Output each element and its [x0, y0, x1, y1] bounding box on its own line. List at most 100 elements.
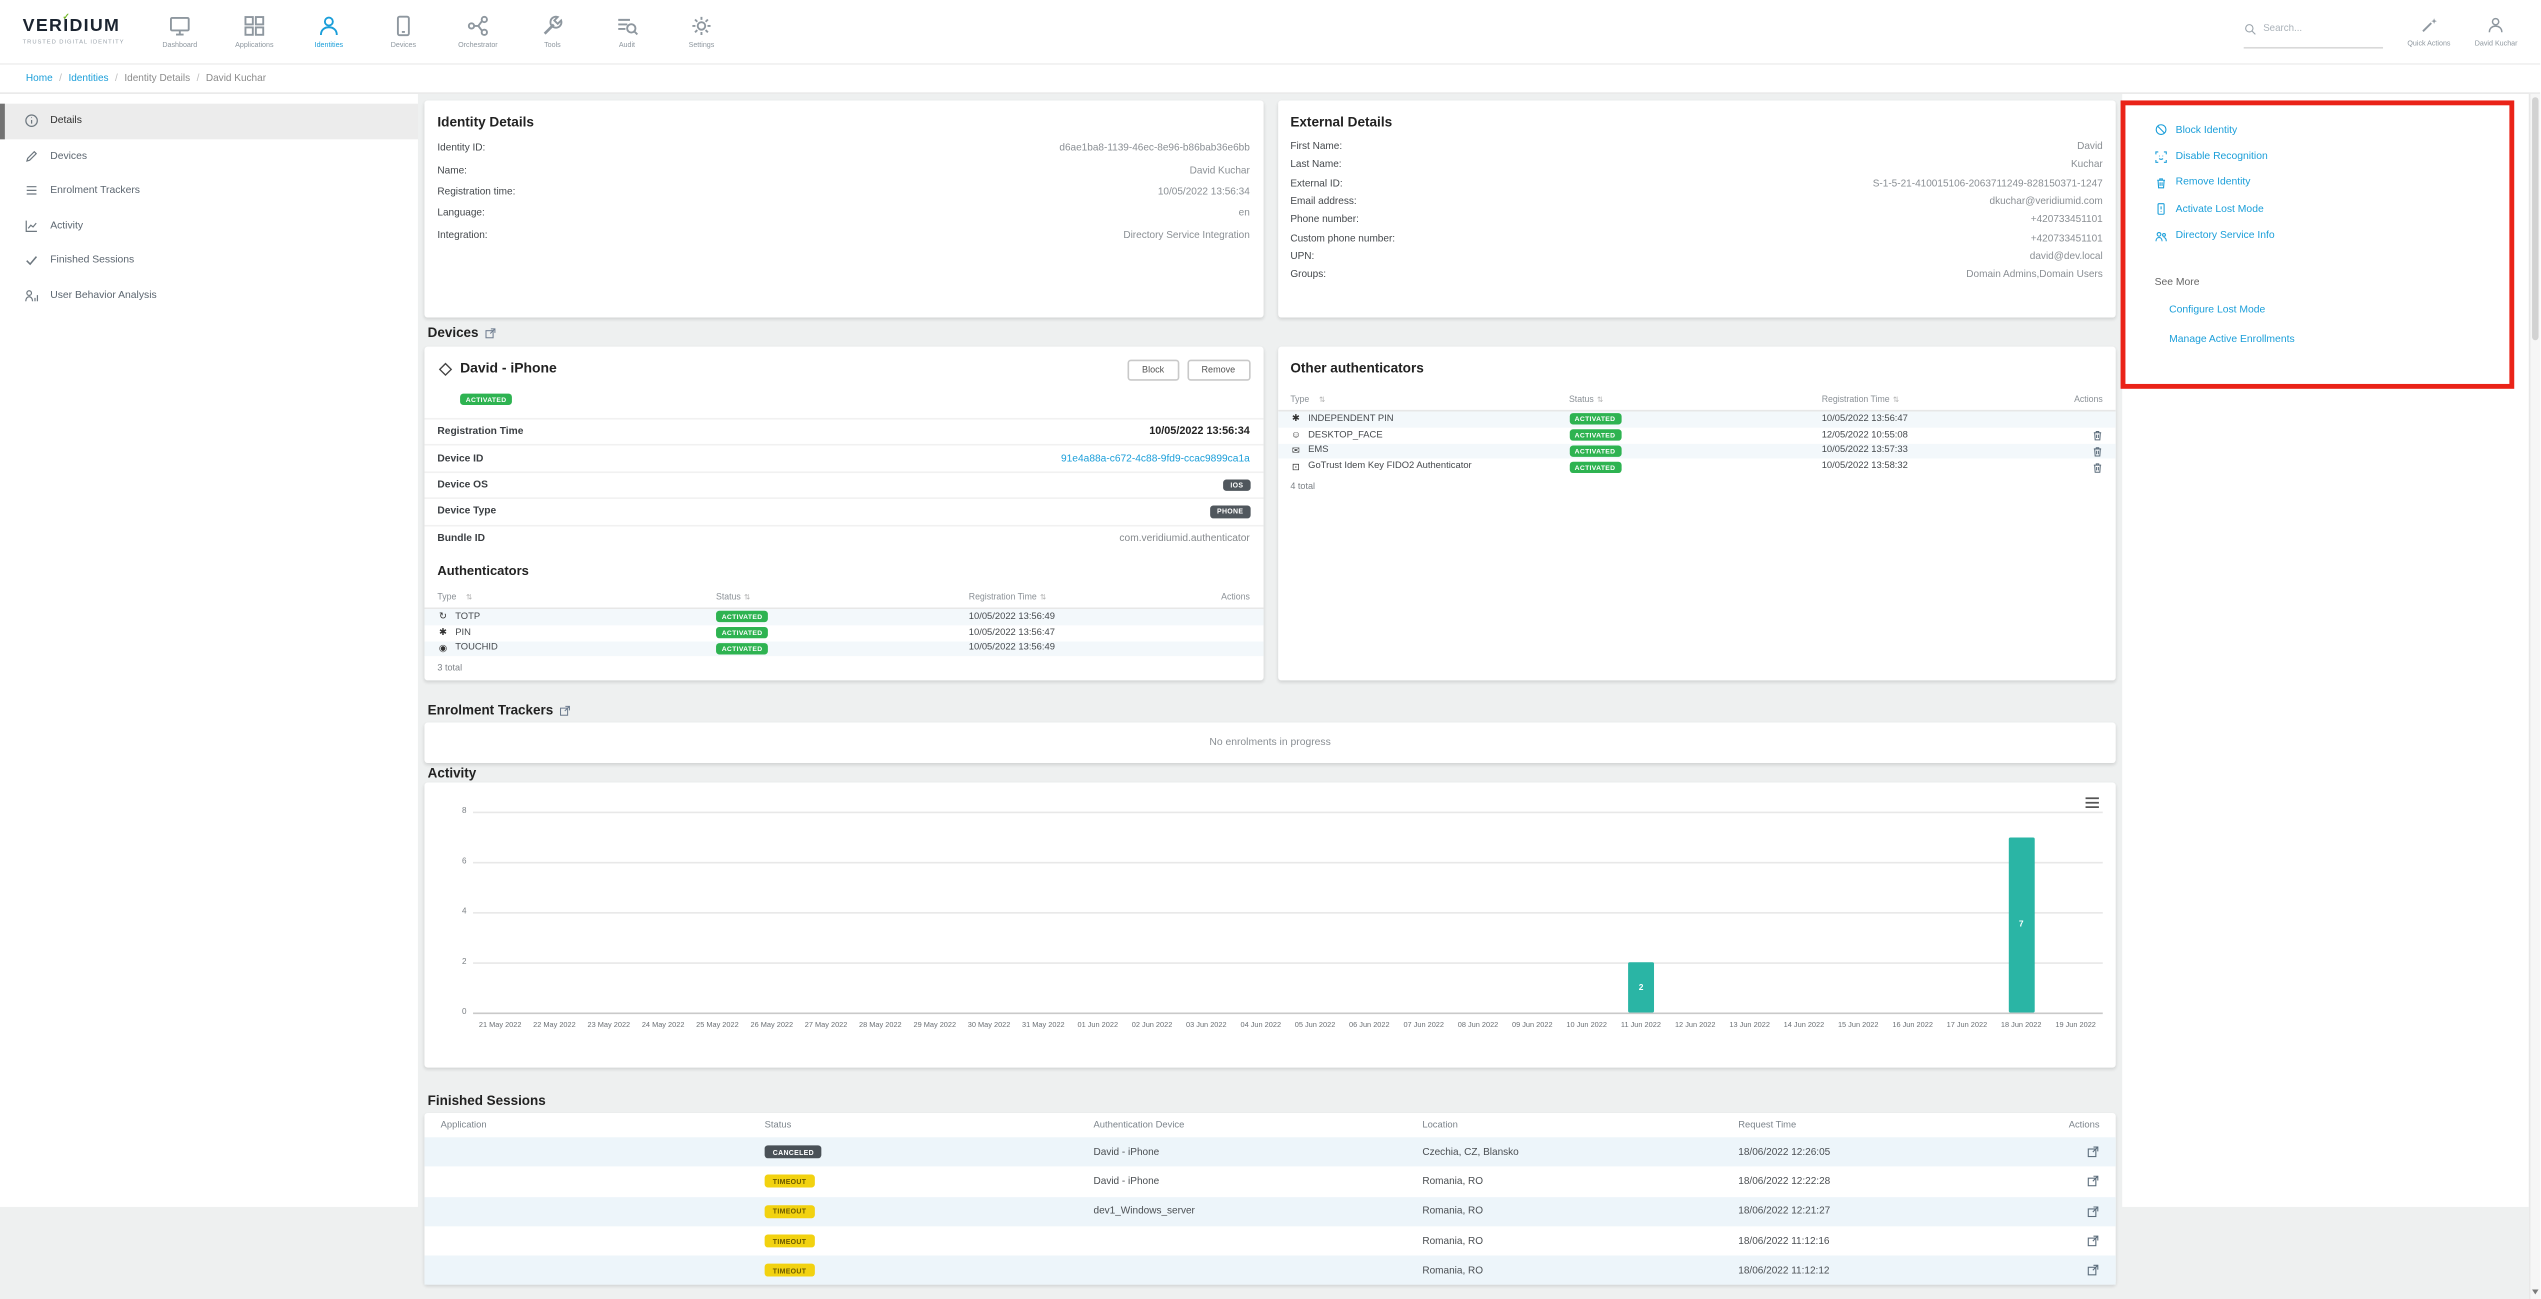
sidebar-item-label: Activity	[50, 220, 83, 231]
breadcrumb-separator: /	[197, 73, 200, 84]
field-label: First Name:	[1290, 141, 1342, 152]
device-field: Bundle IDcom.veridiumid.authenticator	[424, 524, 1262, 551]
breadcrumb-item-identities[interactable]: Identities	[68, 73, 108, 84]
sort-icon[interactable]: ⇅	[1597, 395, 1603, 403]
nav-item-identities[interactable]: Identities	[292, 0, 367, 64]
sidebar-item-devices[interactable]: Devices	[0, 139, 418, 174]
flow-icon	[467, 14, 490, 37]
action-disable-recognition[interactable]: Disable Recognition	[2155, 143, 2541, 170]
sort-icon[interactable]: ⇅	[1893, 395, 1899, 403]
delete-authenticator-icon[interactable]	[2091, 461, 2103, 473]
authenticator-row: ⊡GoTrust Idem Key FIDO2 AuthenticatorACT…	[1277, 459, 2115, 475]
nav-item-settings[interactable]: Settings	[664, 0, 739, 64]
activity-bar[interactable]: 2	[1628, 962, 1654, 1012]
nav-item-tools[interactable]: Tools	[515, 0, 590, 64]
field-value: David Kuchar	[1190, 165, 1250, 176]
nav-item-audit[interactable]: Audit	[590, 0, 665, 64]
device-id-link[interactable]: 91e4a88a-c672-4c88-9fd9-ccac9899ca1a	[1061, 453, 1250, 464]
external-details-title: External Details	[1277, 100, 2115, 137]
chart-x-tick: 06 Jun 2022	[1342, 1021, 1396, 1029]
delete-authenticator-icon[interactable]	[2091, 445, 2103, 457]
nav-item-applications[interactable]: Applications	[217, 0, 292, 64]
nav-item-label: Applications	[235, 41, 273, 49]
open-devices-icon[interactable]	[485, 327, 497, 339]
scrollbar-down-arrow[interactable]	[2532, 1290, 2538, 1295]
table-header: Type⇅Status⇅Registration Time⇅Actions	[1277, 390, 2115, 411]
enrolment-trackers-title-label: Enrolment Trackers	[428, 701, 554, 719]
chart-x-tick: 27 May 2022	[799, 1021, 853, 1029]
sidebar-item-activity[interactable]: Activity	[0, 208, 418, 243]
action-remove-identity[interactable]: Remove Identity	[2155, 170, 2541, 197]
open-session-icon[interactable]	[2087, 1234, 2100, 1247]
scrollbar[interactable]	[2529, 94, 2540, 1299]
activity-bar[interactable]: 7	[2008, 837, 2034, 1013]
sidebar-item-label: Finished Sessions	[50, 255, 134, 266]
search-input[interactable]	[2263, 24, 2383, 34]
authenticator-row: ✉EMSACTIVATED10/05/2022 13:57:33	[1277, 443, 2115, 459]
field-label: Last Name:	[1290, 159, 1341, 170]
chart-menu-icon[interactable]	[2083, 794, 2101, 812]
action-directory-service-info[interactable]: Directory Service Info	[2155, 223, 2541, 250]
nav-item-dashboard[interactable]: Dashboard	[143, 0, 218, 64]
sidebar-item-label: Details	[50, 115, 82, 126]
sort-icon[interactable]: ⇅	[466, 593, 472, 603]
scrollbar-thumb[interactable]	[2531, 97, 2538, 340]
sidebar-item-finished-sessions[interactable]: Finished Sessions	[0, 243, 418, 278]
field-value: S-1-5-21-410015106-2063711249-828150371-…	[1873, 178, 2103, 189]
action-manage-active-enrollments[interactable]: Manage Active Enrollments	[2169, 334, 2540, 345]
brand-logo[interactable]: VERI✓DIUM TRUSTED DIGITAL IDENTITY	[0, 18, 143, 45]
detail-field: Identity ID:d6ae1ba8-1139-46ec-8e96-b86b…	[424, 138, 1262, 160]
action-activate-lost-mode[interactable]: Activate Lost Mode	[2155, 196, 2541, 223]
breadcrumb: Home/Identities/Identity Details/David K…	[0, 65, 2540, 94]
page-body: DetailsDevicesEnrolment TrackersActivity…	[0, 94, 2540, 1299]
chart-x-tick: 18 Jun 2022	[1994, 1021, 2048, 1029]
user-menu[interactable]: David Kuchar	[2475, 16, 2518, 47]
chart-x-tick: 11 Jun 2022	[1614, 1021, 1668, 1029]
field-value: David	[2077, 141, 2103, 152]
session-device: David - iPhone	[1094, 1146, 1423, 1157]
open-session-icon[interactable]	[2087, 1175, 2100, 1188]
sort-icon[interactable]: ⇅	[1040, 593, 1046, 601]
field-value: Domain Admins,Domain Users	[1966, 269, 2102, 280]
sidebar: Details DevicesEnrolment Trackers Activity…	[0, 94, 418, 1207]
sidebar-item-user-behavior-analysis[interactable]: User Behavior Analysis	[0, 278, 418, 313]
session-row: TIMEOUTdev1_Windows_serverRomania, RO18/…	[424, 1197, 2115, 1227]
sidebar-item-enrolment-trackers[interactable]: Enrolment Trackers	[0, 173, 418, 208]
chart-x-tick: 28 May 2022	[853, 1021, 907, 1029]
remove-device-button[interactable]: Remove	[1187, 360, 1250, 381]
session-row: TIMEOUTRomania, RO18/06/2022 11:12:16	[424, 1226, 2115, 1256]
nav-item-orchestrator[interactable]: Orchestrator	[441, 0, 516, 64]
quick-actions-button[interactable]: Quick Actions	[2407, 16, 2450, 47]
action-configure-lost-mode[interactable]: Configure Lost Mode	[2169, 305, 2540, 316]
authenticators-total: 3 total	[424, 657, 1262, 681]
search-box	[2244, 15, 2383, 49]
block-device-button[interactable]: Block	[1127, 360, 1178, 381]
sort-icon[interactable]: ⇅	[1319, 395, 1325, 405]
authenticator-row: ↻TOTPACTIVATED10/05/2022 13:56:49	[424, 609, 1262, 625]
detail-field: Groups:Domain Admins,Domain Users	[1277, 266, 2115, 284]
open-session-icon[interactable]	[2087, 1205, 2100, 1218]
breadcrumb-item-home[interactable]: Home	[26, 73, 53, 84]
status-badge: ACTIVATED	[716, 627, 768, 638]
field-label: Name:	[437, 165, 467, 176]
session-row: TIMEOUTDavid - iPhoneRomania, RO18/06/20…	[424, 1167, 2115, 1197]
chartline-icon	[24, 218, 39, 233]
field-value: dkuchar@veridiumid.com	[1990, 196, 2103, 207]
open-session-icon[interactable]	[2087, 1146, 2100, 1159]
field-value: +420733451101	[2031, 214, 2103, 225]
open-session-icon[interactable]	[2087, 1264, 2100, 1277]
device-card: David - iPhone ACTIVATED Block Remove Re…	[424, 347, 1262, 681]
nav-item-devices[interactable]: Devices	[366, 0, 441, 64]
sidebar-item-label: User Behavior Analysis	[50, 290, 156, 301]
detail-field: External ID:S-1-5-21-410015106-206371124…	[1277, 174, 2115, 192]
open-enrolment-trackers-icon[interactable]	[560, 704, 572, 716]
activity-chart-card: 0246821 May 202222 May 202223 May 202224…	[424, 782, 2115, 1067]
chart-x-tick: 09 Jun 2022	[1505, 1021, 1559, 1029]
sort-icon[interactable]: ⇅	[744, 593, 750, 601]
session-request-time: 18/06/2022 11:12:12	[1738, 1265, 2034, 1276]
field-label: Phone number:	[1290, 214, 1359, 225]
other-authenticators-title: Other authenticators	[1277, 347, 2115, 384]
action-block-identity[interactable]: Block Identity	[2155, 117, 2541, 144]
delete-authenticator-icon[interactable]	[2091, 429, 2103, 441]
sidebar-item-details[interactable]: Details	[0, 104, 418, 139]
